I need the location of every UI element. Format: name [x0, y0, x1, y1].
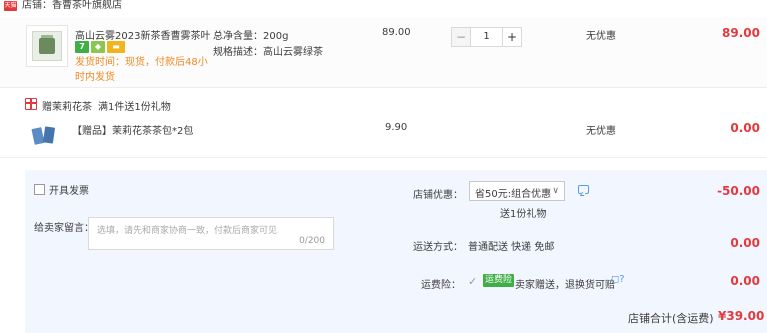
gift-icon	[25, 98, 37, 110]
gift-subtotal: 0.00	[730, 121, 760, 135]
comment-icon[interactable]	[578, 185, 589, 194]
store-header: 天猫 店铺：香曹茶叶旗舰店	[0, 0, 767, 14]
item-discount: 无优惠	[586, 31, 616, 42]
help-icon[interactable]: ◻?	[611, 274, 625, 285]
check-icon[interactable]: ✓	[468, 275, 477, 288]
insurance-badge: 运费险	[483, 274, 515, 287]
message-char-count: 0/200	[299, 236, 325, 246]
service-badges: 7 ◆ ▬	[75, 41, 125, 53]
store-total-label: 店铺合计(含运费)	[628, 312, 714, 325]
quantity-input[interactable]: 1	[471, 27, 502, 47]
insurance-label: 运费险：	[421, 280, 461, 291]
shipping-amount: 0.00	[730, 236, 760, 250]
shield-icon: ◆	[91, 41, 105, 53]
shipping-method: 普通配送 快递 免邮	[468, 242, 555, 253]
spec-description: 规格描述：高山云雾绿茶	[213, 47, 323, 58]
insurance-amount: 0.00	[730, 274, 760, 288]
item-subtotal: 89.00	[722, 26, 760, 40]
message-label: 给卖家留言：	[34, 223, 94, 234]
invoice-label: 开具发票	[49, 186, 89, 197]
chevron-down-icon: ∨	[552, 186, 559, 196]
gift-description: 满1件送1份礼物	[98, 102, 171, 113]
invoice-checkbox[interactable]	[34, 184, 45, 195]
gift-thumbnail[interactable]	[30, 122, 60, 152]
gift-note: 送1份礼物	[500, 209, 547, 220]
product-thumbnail[interactable]	[26, 25, 68, 67]
gift-title: 赠茉莉花茶	[42, 102, 92, 113]
gift-row: 【赠品】茉莉花茶茶包*2包 9.90 无优惠 0.00	[0, 114, 767, 158]
gift-name[interactable]: 【赠品】茉莉花茶茶包*2包	[72, 122, 193, 137]
product-row: 高山云雾2023新茶香曹雾茶叶... 7 ◆ ▬ 发货时间：现货，付款后48小时…	[0, 17, 767, 88]
ship-time-note: 发货时间：现货，付款后48小时内发货	[75, 57, 208, 83]
tea-box-image	[32, 31, 62, 61]
shop-discount-amount: -50.00	[717, 184, 760, 198]
card-icon: ▬	[107, 41, 125, 53]
invoice-option[interactable]: 开具发票	[34, 182, 89, 197]
order-options-panel	[25, 170, 767, 333]
gift-discount: 无优惠	[586, 126, 616, 137]
tmall-icon: 天猫	[4, 1, 17, 11]
insurance-text: 卖家赠送，退换货可赔	[515, 280, 615, 291]
gift-price: 9.90	[385, 122, 408, 133]
unit-price: 89.00	[382, 27, 411, 38]
gift-header: 赠茉莉花茶 满1件送1份礼物	[0, 98, 767, 113]
increase-button[interactable]: +	[502, 27, 522, 47]
shop-discount-label: 店铺优惠：	[413, 190, 463, 201]
shop-discount-select[interactable]: 省50元:组合优惠 ∨	[469, 181, 565, 201]
store-total-amount: ¥39.00	[718, 309, 765, 323]
product-title[interactable]: 高山云雾2023新茶香曹雾茶叶...	[75, 27, 210, 42]
store-name[interactable]: 店铺：香曹茶叶旗舰店	[22, 0, 122, 12]
shipping-label: 运送方式：	[413, 242, 463, 253]
spec-weight: 总净含量：200g	[213, 31, 289, 42]
message-placeholder: 选填，请先和商家协商一致，付款后商家可见	[97, 226, 278, 236]
decrease-button[interactable]: −	[451, 27, 471, 47]
shop-discount-value: 省50元:组合优惠	[475, 189, 552, 200]
quantity-stepper: − 1 +	[451, 27, 522, 47]
seven-day-return-icon: 7	[75, 41, 89, 53]
seller-message-input[interactable]: 选填，请先和商家协商一致，付款后商家可见 0/200	[88, 217, 334, 250]
